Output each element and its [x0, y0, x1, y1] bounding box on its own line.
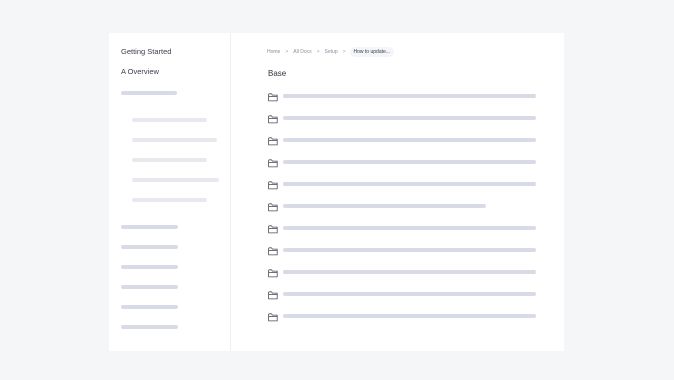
breadcrumb-home[interactable]: Home	[266, 49, 281, 55]
file-row[interactable]	[268, 309, 538, 322]
folder-icon	[268, 265, 278, 278]
breadcrumb-separator: >	[285, 48, 289, 55]
sidebar-subheading[interactable]: A Overview	[121, 67, 159, 76]
sidebar-subitem-placeholder[interactable]	[132, 178, 219, 182]
folder-icon	[268, 111, 278, 124]
file-name-placeholder	[283, 182, 536, 186]
breadcrumb-separator: >	[342, 48, 346, 55]
folder-icon	[268, 309, 278, 322]
folder-icon	[268, 177, 278, 190]
file-name-placeholder	[283, 116, 536, 120]
folder-icon	[268, 133, 278, 146]
docs-card: Getting Started A Overview Home > All Do…	[109, 33, 564, 351]
file-row[interactable]	[268, 177, 538, 190]
sidebar: Getting Started A Overview	[109, 33, 231, 351]
sidebar-item-placeholder[interactable]	[121, 325, 178, 329]
sidebar-item-placeholder[interactable]	[121, 265, 178, 269]
file-row[interactable]	[268, 133, 538, 146]
breadcrumb-all-docs[interactable]: All Docs	[292, 49, 312, 55]
sidebar-item-placeholder[interactable]	[121, 225, 178, 229]
breadcrumb-separator: >	[316, 48, 320, 55]
sidebar-heading[interactable]: Getting Started	[121, 47, 171, 56]
sidebar-subitem-placeholder[interactable]	[132, 118, 207, 122]
folder-icon	[268, 221, 278, 234]
sidebar-item-placeholder[interactable]	[121, 91, 177, 95]
main-content: Home > All Docs > Setup > How to update.…	[231, 33, 564, 351]
sidebar-item-placeholder[interactable]	[121, 305, 178, 309]
breadcrumb: Home > All Docs > Setup > How to update.…	[266, 46, 394, 57]
file-name-placeholder	[283, 204, 486, 208]
file-row[interactable]	[268, 287, 538, 300]
file-name-placeholder	[283, 314, 536, 318]
folder-icon	[268, 199, 278, 212]
file-name-placeholder	[283, 94, 536, 98]
folder-icon	[268, 287, 278, 300]
folder-icon	[268, 155, 278, 168]
file-row[interactable]	[268, 199, 538, 212]
file-name-placeholder	[283, 292, 536, 296]
file-name-placeholder	[283, 138, 536, 142]
file-row[interactable]	[268, 243, 538, 256]
breadcrumb-setup[interactable]: Setup	[324, 49, 339, 55]
file-row[interactable]	[268, 155, 538, 168]
file-name-placeholder	[283, 270, 536, 274]
section-title: Base	[268, 69, 287, 78]
file-name-placeholder	[283, 160, 536, 164]
file-name-placeholder	[283, 226, 536, 230]
sidebar-item-placeholder[interactable]	[121, 245, 178, 249]
file-row[interactable]	[268, 265, 538, 278]
sidebar-item-placeholder[interactable]	[121, 285, 178, 289]
file-row[interactable]	[268, 221, 538, 234]
breadcrumb-current: How to update...	[349, 46, 394, 57]
sidebar-subitem-placeholder[interactable]	[132, 158, 207, 162]
file-row[interactable]	[268, 89, 538, 102]
folder-icon	[268, 243, 278, 256]
file-name-placeholder	[283, 248, 536, 252]
file-row[interactable]	[268, 111, 538, 124]
sidebar-subitem-placeholder[interactable]	[132, 138, 217, 142]
folder-icon	[268, 89, 278, 102]
sidebar-subitem-placeholder[interactable]	[132, 198, 207, 202]
